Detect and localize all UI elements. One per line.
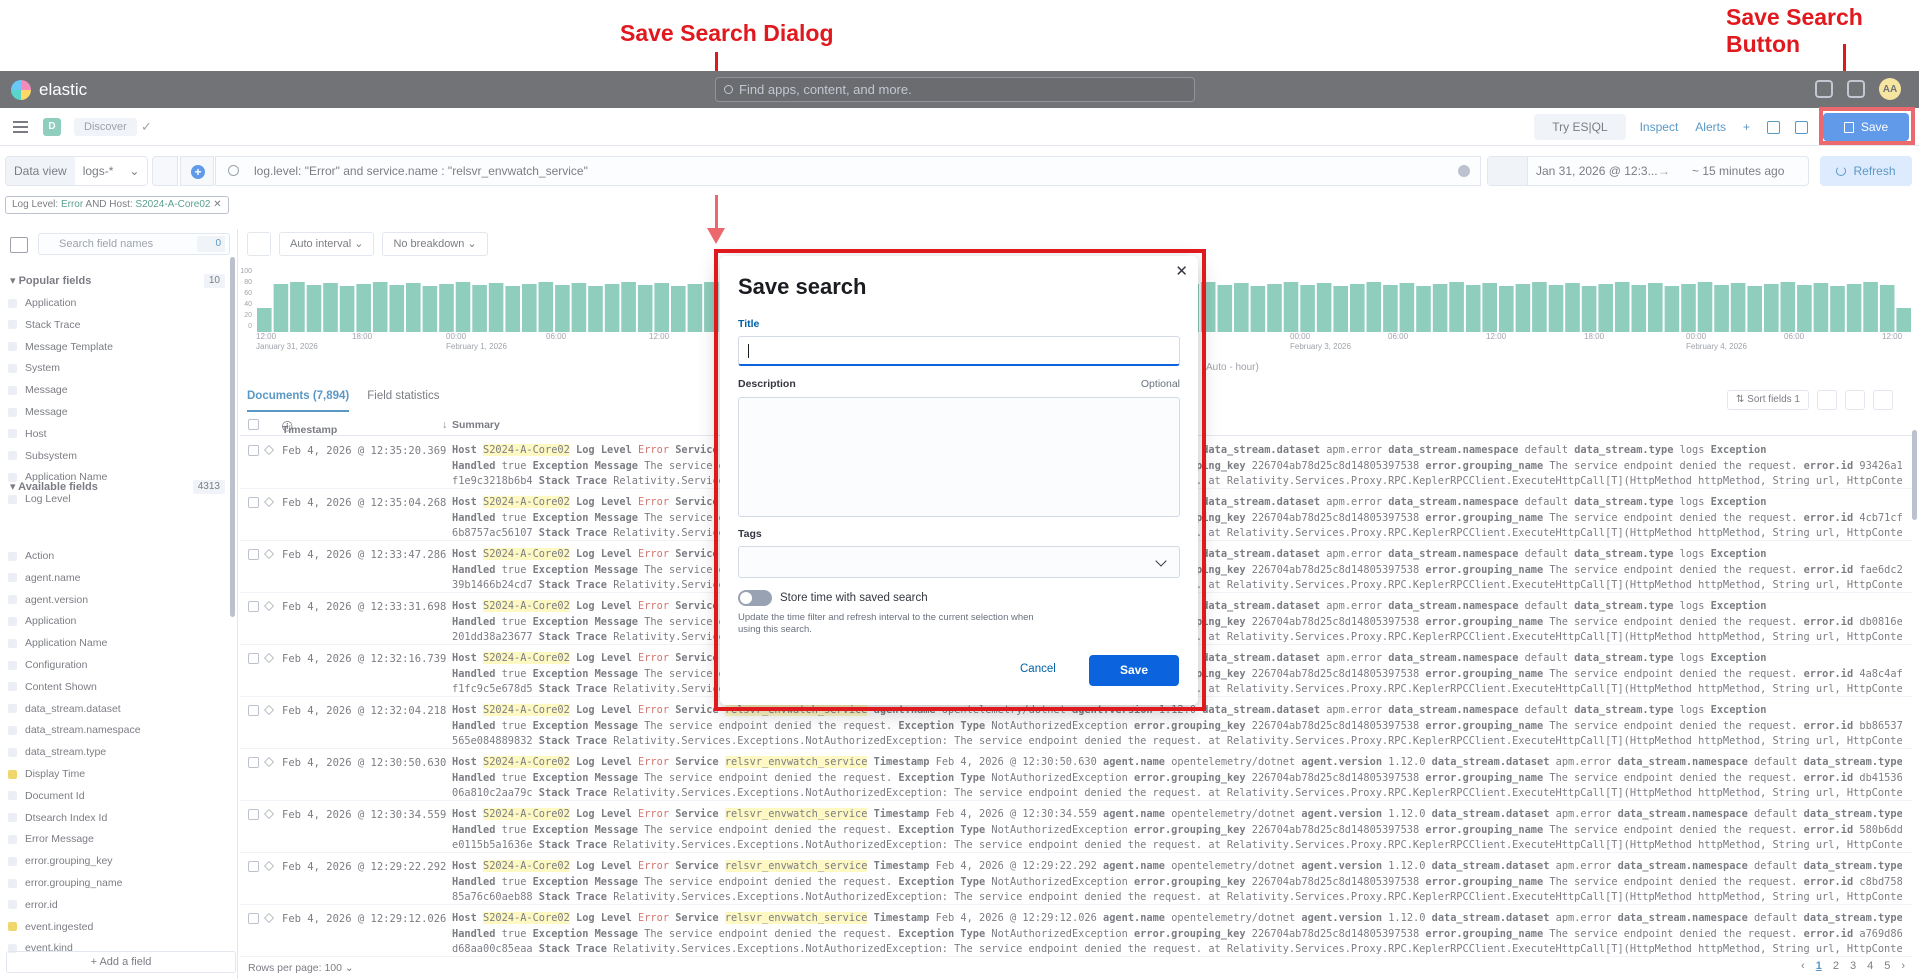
annotation-button-label: Save Search Button xyxy=(1726,4,1863,57)
annotation-dialog-box xyxy=(714,249,1206,711)
annotation-dialog-label: Save Search Dialog xyxy=(620,20,834,46)
